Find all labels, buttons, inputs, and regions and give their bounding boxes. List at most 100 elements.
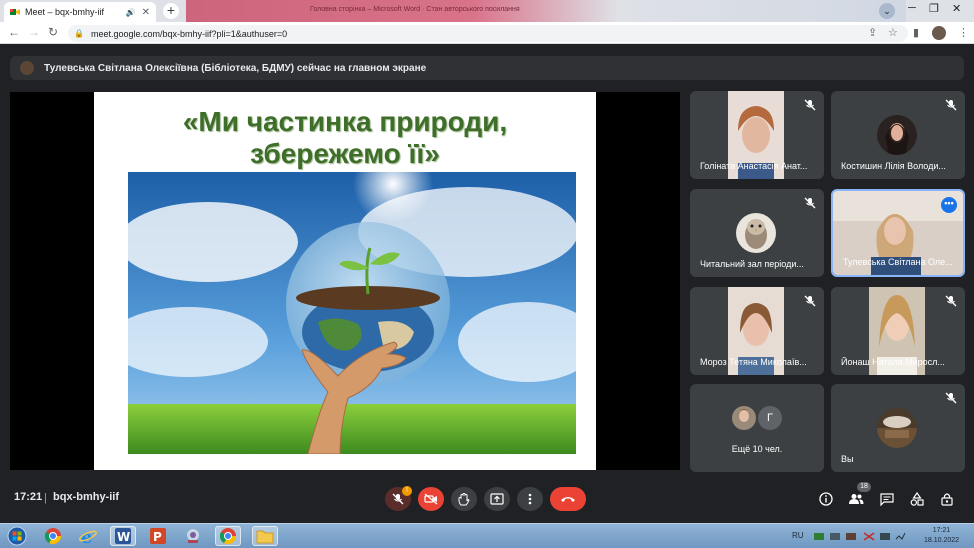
slide-title-line-2: збережемо її»: [250, 138, 440, 169]
slide-title-line-1: «Ми частинка природи,: [182, 106, 508, 137]
earth-in-hand-image: [128, 172, 576, 454]
svg-text:W: W: [117, 530, 130, 544]
participant-name: Костишин Лілія Володи...: [841, 161, 946, 171]
info-icon: [819, 492, 833, 506]
hang-up-icon: [561, 497, 575, 502]
taskbar-internet-explorer[interactable]: e: [75, 526, 101, 546]
svg-text:P: P: [153, 530, 162, 544]
background-tab-title[interactable]: Головна сторінка – Microsoft Word · Стан…: [310, 6, 520, 13]
tab-strip: Meet – bqx-bmhy-iif 🔊 ✕ + Головна сторін…: [0, 0, 974, 22]
people-count-badge: 18: [857, 482, 871, 492]
camera-off-icon: [424, 493, 438, 505]
participant-tile[interactable]: Костишин Лілія Володи...: [831, 91, 965, 179]
meeting-details-button[interactable]: [818, 491, 834, 507]
background-tabs[interactable]: [186, 0, 906, 22]
presenting-banner: Тулевська Світлана Олексіївна (Бібліотек…: [10, 56, 964, 80]
chat-button[interactable]: [879, 491, 895, 507]
system-tray-icons[interactable]: [812, 530, 912, 542]
taskbar-word[interactable]: W: [110, 526, 136, 546]
chrome-icon: [219, 528, 237, 545]
reload-icon[interactable]: ↻: [48, 25, 58, 39]
meeting-code: bqx-bmhy-iif: [53, 491, 119, 503]
separator: |: [44, 492, 47, 504]
others-tile[interactable]: Г Ещё 10 чел.: [690, 384, 824, 472]
hand-icon: [458, 492, 470, 505]
app-icon: [187, 529, 199, 543]
participant-tile-presenter[interactable]: ••• Тулевська Світлана Оле...: [831, 189, 965, 277]
more-options-button[interactable]: [517, 487, 543, 511]
taskbar-app[interactable]: [180, 526, 206, 546]
folder-icon: [256, 530, 274, 544]
participant-name: Тулевська Світлана Оле...: [843, 257, 953, 267]
activities-button[interactable]: [909, 491, 925, 507]
mic-warning-badge: !: [402, 486, 412, 496]
raise-hand-button[interactable]: [451, 487, 477, 511]
participant-name: Голіната Анастасія Анат...: [700, 161, 808, 171]
participant-avatar: [736, 213, 776, 253]
tab-title: Meet – bqx-bmhy-iif: [25, 7, 105, 17]
mic-off-icon: [392, 493, 404, 505]
close-tab-icon[interactable]: ✕: [142, 7, 150, 18]
new-tab-button[interactable]: +: [163, 3, 179, 19]
others-count-label: Ещё 10 чел.: [731, 444, 783, 454]
address-bar: ← → ↻ 🔒 meet.google.com/bqx-bmhy-iif?pli…: [0, 22, 974, 44]
presentation-slide: «Ми частинка природи, збережемо її»: [94, 92, 596, 470]
slide-title: «Ми частинка природи, збережемо її»: [94, 106, 596, 170]
taskbar-chrome-active[interactable]: [215, 526, 241, 546]
camera-button[interactable]: [418, 487, 444, 511]
restore-icon[interactable]: ❐: [929, 2, 939, 15]
muted-mic-icon: [945, 392, 957, 404]
internet-explorer-icon: e: [79, 527, 97, 545]
participant-avatar: [732, 406, 756, 430]
bookmark-star-icon[interactable]: ☆: [888, 26, 898, 39]
participant-tile[interactable]: Читальний зал періоди...: [690, 189, 824, 277]
tab-search-icon[interactable]: ⌄: [879, 3, 895, 19]
presenting-text: Тулевська Світлана Олексіївна (Бібліотек…: [44, 62, 427, 74]
presenter-avatar: [20, 61, 34, 75]
share-icon[interactable]: ⇪: [868, 26, 877, 39]
word-icon: W: [115, 528, 131, 544]
muted-mic-icon: [804, 99, 816, 111]
host-controls-button[interactable]: [939, 491, 955, 507]
tab-meet[interactable]: Meet – bqx-bmhy-iif 🔊 ✕: [4, 2, 156, 22]
participant-avatar: [877, 115, 917, 155]
participant-name: Читальний зал періоди...: [700, 259, 804, 269]
clock-date: 18.10.2022: [924, 537, 960, 544]
taskbar-powerpoint[interactable]: P: [145, 526, 171, 546]
close-window-icon[interactable]: ✕: [952, 2, 961, 15]
chrome-icon: [44, 528, 62, 545]
more-options-icon[interactable]: •••: [941, 197, 957, 213]
meeting-time: 17:21: [14, 491, 43, 503]
meet-icon: [10, 9, 20, 15]
participant-tile[interactable]: Голіната Анастасія Анат...: [690, 91, 824, 179]
participant-tile[interactable]: Йонаш Наталя Миросл...: [831, 287, 965, 375]
more-vert-icon: [528, 493, 532, 505]
lock-icon[interactable]: 🔒: [74, 29, 84, 38]
forward-icon[interactable]: →: [28, 25, 40, 39]
system-clock[interactable]: 17:21 18.10.2022: [924, 526, 959, 546]
presentation-stage[interactable]: «Ми частинка природи, збережемо її»: [10, 92, 680, 470]
browser-menu-icon[interactable]: ⋮: [958, 26, 969, 39]
back-icon[interactable]: ←: [8, 25, 20, 39]
leave-call-button[interactable]: [550, 487, 586, 511]
clock-time: 17:21: [932, 527, 951, 534]
present-icon: [490, 493, 504, 505]
letter-avatar: Г: [758, 406, 782, 430]
participant-name: Йонаш Наталя Миросл...: [841, 357, 945, 367]
language-indicator[interactable]: RU: [792, 531, 804, 540]
self-tile[interactable]: Вы: [831, 384, 965, 472]
start-button[interactable]: [4, 526, 30, 546]
profile-avatar[interactable]: [932, 26, 946, 40]
speaker-icon[interactable]: 🔊: [126, 8, 136, 17]
muted-mic-icon: [804, 197, 816, 209]
minimize-icon[interactable]: ─: [908, 2, 916, 14]
present-now-button[interactable]: [484, 487, 510, 511]
activities-icon: [910, 492, 924, 506]
taskbar-explorer[interactable]: [252, 526, 278, 546]
sidebar-icon[interactable]: ▮: [913, 26, 919, 39]
people-button[interactable]: [848, 491, 864, 507]
participant-tile[interactable]: Мороз Тетяна Миколаїв...: [690, 287, 824, 375]
muted-mic-icon: [945, 99, 957, 111]
url-input[interactable]: 🔒 meet.google.com/bqx-bmhy-iif?pli=1&aut…: [68, 25, 908, 42]
taskbar-chrome[interactable]: [40, 526, 66, 546]
